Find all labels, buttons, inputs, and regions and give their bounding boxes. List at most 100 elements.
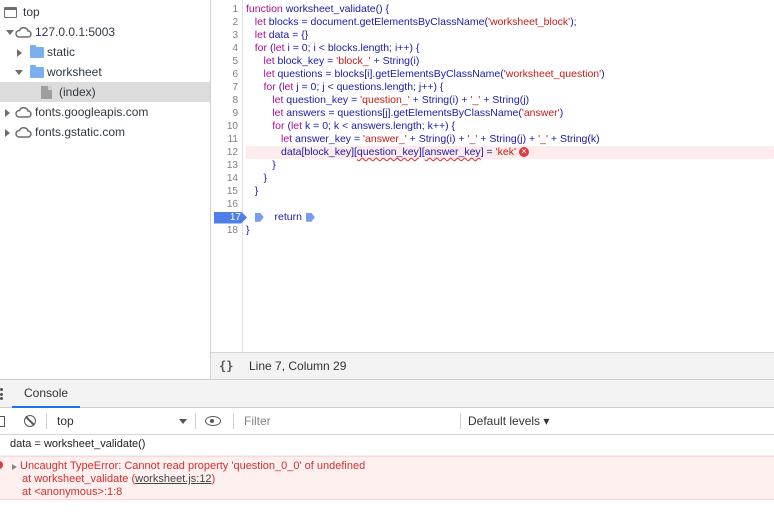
code-token: length (393, 120, 422, 132)
console-prompt[interactable] (0, 500, 774, 521)
dropdown-arrow-icon (179, 418, 187, 424)
code-token: answers (351, 120, 391, 132)
line-number[interactable]: 15 (208, 185, 238, 198)
line-number[interactable]: 1 (208, 3, 238, 16)
console-error-message: Uncaught TypeError: Cannot read property… (0, 456, 774, 500)
code-keyword: let (273, 42, 285, 54)
log-levels-dropdown[interactable]: Default levels ▾ (468, 408, 549, 434)
tree-item-label: top (23, 5, 40, 19)
code-line: for (let k = 0; k < answers.length; k++)… (246, 120, 774, 133)
code-keyword: let (290, 120, 303, 132)
chevron-down-icon[interactable] (15, 70, 23, 75)
log-levels-label: Default levels ▾ (468, 414, 550, 428)
line-number[interactable]: 4 (208, 42, 238, 55)
line-number[interactable]: 7 (208, 81, 238, 94)
code-area[interactable]: function worksheet_validate() { let bloc… (246, 0, 774, 352)
line-number[interactable]: 14 (208, 172, 238, 185)
code-token: { (385, 3, 390, 15)
tree-item-origin-localhost[interactable]: 127.0.0.1:5003 (0, 22, 210, 42)
tree-item-static[interactable]: static (0, 42, 210, 62)
code-token: ) (596, 133, 600, 145)
pretty-print-button[interactable]: {} (219, 359, 233, 373)
tree-item-worksheet[interactable]: worksheet (0, 62, 210, 82)
context-selector[interactable]: top (57, 408, 187, 434)
line-number[interactable]: 8 (208, 94, 238, 107)
cursor-position: Line 7, Column 29 (249, 359, 347, 373)
live-expression-eye-icon[interactable] (205, 408, 221, 434)
code-token: getElementsByClassName (359, 16, 485, 28)
line-number[interactable]: 2 (208, 16, 238, 29)
line-gutter[interactable]: 1 2 3 4 5 6 7 8 9 10 11 12 13 14 15 16 17 18 (208, 0, 247, 352)
tree-item-fonts-googleapis[interactable]: fonts.googleapis.com (0, 102, 210, 122)
more-options-icon[interactable] (0, 388, 6, 400)
stack-frame-1: at worksheet_validate (worksheet.js:12) (22, 473, 215, 485)
code-token: String (418, 133, 447, 145)
code-keyword: let (254, 29, 266, 41)
line-number[interactable]: 9 (208, 107, 238, 120)
execution-marker-icon (305, 212, 315, 222)
code-token: answers (286, 107, 326, 119)
tab-console[interactable]: Console (12, 380, 81, 408)
tree-item-index[interactable]: (index) (0, 82, 210, 102)
tree-item-fonts-gstatic[interactable]: fonts.gstatic.com (0, 122, 210, 142)
code-token: 0; (322, 120, 331, 132)
sidebar-toggle-icon[interactable] (0, 408, 5, 434)
file-icon (41, 82, 52, 102)
code-token: {} (301, 29, 309, 41)
code-keyword: let (254, 16, 266, 28)
line-number[interactable]: 6 (208, 68, 238, 81)
tree-item-label: fonts.googleapis.com (35, 105, 149, 119)
error-text: Uncaught TypeError: Cannot read property… (20, 460, 366, 472)
code-keyword: let (272, 107, 284, 119)
line-number[interactable]: 18 (208, 224, 238, 237)
breakpoint-marker[interactable]: 17 (214, 211, 247, 224)
code-editor[interactable]: 1 2 3 4 5 6 7 8 9 10 11 12 13 14 15 16 17 18 function wor… (211, 0, 774, 352)
line-number[interactable]: 5 (208, 55, 238, 68)
line-number[interactable]: 13 (208, 159, 238, 172)
code-keyword: let (263, 55, 275, 67)
code-token: { (451, 120, 456, 132)
chevron-right-icon[interactable] (17, 49, 22, 57)
code-token: answer_key (295, 133, 352, 145)
tree-item-top[interactable]: top (0, 2, 210, 22)
clear-console-icon[interactable] (24, 408, 36, 434)
code-string: 'worksheet_block' (487, 16, 571, 28)
code-token: } (254, 185, 259, 197)
expand-arrow-icon[interactable] (12, 464, 17, 470)
code-token: String (421, 94, 450, 106)
code-string: 'question_' (360, 94, 410, 106)
code-keyword: for (263, 81, 276, 93)
code-line: } (246, 172, 774, 185)
toolbar-divider (460, 408, 461, 434)
line-number[interactable]: 10 (208, 120, 238, 133)
source-link[interactable]: worksheet.js:12 (135, 473, 211, 485)
line-number[interactable]: 12 (208, 146, 238, 159)
chevron-right-icon[interactable] (5, 109, 10, 117)
code-token: length (360, 42, 390, 54)
file-navigator: top 127.0.0.1:5003 static worksheet (ind… (0, 0, 211, 379)
filter-input[interactable] (244, 412, 456, 430)
line-number[interactable]: 16 (208, 198, 238, 211)
line-number[interactable]: 11 (208, 133, 238, 146)
chevron-down-icon[interactable] (6, 30, 14, 35)
code-token: ++) (432, 120, 449, 132)
code-token: ); (570, 16, 577, 28)
sources-panel: top 127.0.0.1:5003 static worksheet (ind… (0, 0, 774, 379)
error-badge-icon[interactable]: ✕ (518, 147, 529, 158)
chevron-right-icon[interactable] (5, 129, 10, 137)
line-number[interactable]: 3 (208, 29, 238, 42)
code-keyword: for (254, 42, 268, 54)
code-line: for (let i = 0; i < blocks.length; i++) … (246, 42, 774, 55)
